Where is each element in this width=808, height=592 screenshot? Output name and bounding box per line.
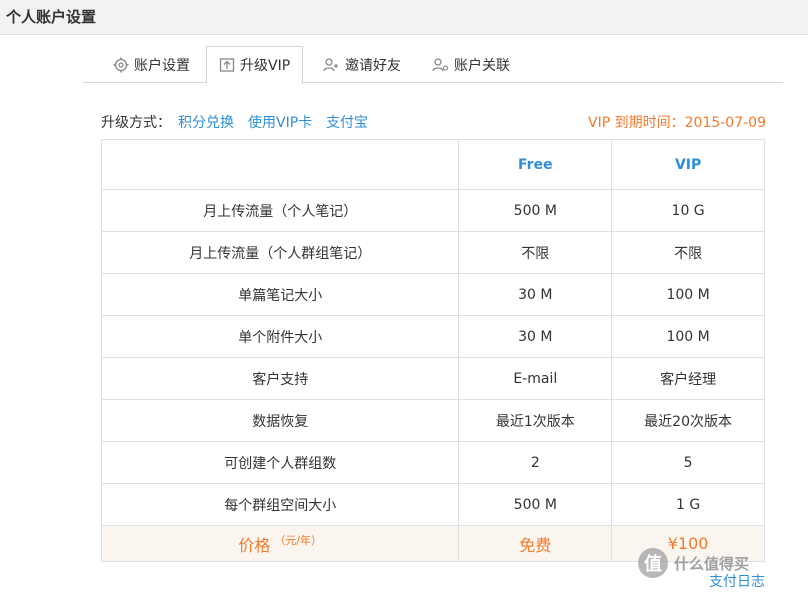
- feature-cell: 每个群组空间大小: [100, 483, 460, 526]
- tab-upgrade-vip[interactable]: 升级VIP: [206, 46, 304, 84]
- price-label: 价格: [238, 535, 271, 555]
- tab-label: 账户关联: [454, 57, 510, 74]
- feature-cell: 客户支持: [100, 357, 460, 400]
- feature-cell: 单篇笔记大小: [100, 273, 460, 316]
- free-cell: 不限: [458, 231, 613, 274]
- feature-cell: 数据恢复: [100, 399, 460, 442]
- feature-cell: 单个附件大小: [100, 315, 460, 358]
- upgrade-method-label: 升级方式：: [101, 115, 171, 131]
- header-vip: VIP: [611, 139, 765, 190]
- table-row: 月上传流量（个人群组笔记） 不限 不限: [100, 231, 765, 274]
- payment-log-link[interactable]: 支付日志: [709, 571, 765, 591]
- vip-cell: 10 G: [611, 189, 765, 232]
- vip-cell: 5: [611, 441, 765, 484]
- table-row: 每个群组空间大小 500 M 1 G: [100, 483, 765, 526]
- table-row: 可创建个人群组数 2 5: [100, 441, 765, 484]
- table-row: 单篇笔记大小 30 M 100 M: [100, 273, 765, 316]
- price-label-cell: 价格 （元/年）: [100, 525, 460, 562]
- tab-label: 升级VIP: [240, 58, 291, 74]
- watermark-logo-icon: 值: [638, 548, 668, 578]
- vip-cell: 最近20次版本: [611, 399, 765, 442]
- vip-cell: 不限: [611, 231, 765, 274]
- page-header: 个人账户设置: [0, 0, 808, 35]
- free-cell: 2: [458, 441, 613, 484]
- table-row: 月上传流量（个人笔记） 500 M 10 G: [100, 189, 765, 232]
- table-header-row: Free VIP: [100, 139, 765, 190]
- points-exchange-link[interactable]: 积分兑换: [178, 112, 234, 132]
- header-feature: [100, 139, 460, 190]
- vip-cell: 100 M: [611, 273, 765, 316]
- vip-cell: 1 G: [611, 483, 765, 526]
- vip-cell: 客户经理: [611, 357, 765, 400]
- feature-cell: 可创建个人群组数: [100, 441, 460, 484]
- table-row: 单个附件大小 30 M 100 M: [100, 315, 765, 358]
- plan-comparison-table: Free VIP 月上传流量（个人笔记） 500 M 10 G 月上传流量（个人…: [100, 139, 765, 562]
- feature-cell: 月上传流量（个人笔记）: [100, 189, 460, 232]
- alipay-link[interactable]: 支付宝: [326, 112, 368, 132]
- header-free: Free: [458, 139, 613, 190]
- tab-bar: 账户设置 升级VIP 邀请好友 账户关联: [83, 46, 783, 84]
- free-cell: 30 M: [458, 273, 613, 316]
- free-cell: 最近1次版本: [458, 399, 613, 442]
- free-cell: 500 M: [458, 483, 613, 526]
- tab-label: 邀请好友: [345, 57, 401, 74]
- tab-invite-friends[interactable]: 邀请好友: [311, 46, 413, 83]
- table-row: 数据恢复 最近1次版本 最近20次版本: [100, 399, 765, 442]
- tab-label: 账户设置: [134, 57, 190, 74]
- free-cell: 30 M: [458, 315, 613, 358]
- free-price-cell: 免费: [458, 525, 613, 562]
- linked-user-icon: [432, 57, 449, 73]
- upload-icon: [219, 57, 235, 73]
- table-row: 客户支持 E-mail 客户经理: [100, 357, 765, 400]
- gear-icon: [113, 57, 129, 73]
- free-cell: 500 M: [458, 189, 613, 232]
- page-title: 个人账户设置: [6, 8, 97, 26]
- add-user-icon: [323, 57, 340, 73]
- free-cell: E-mail: [458, 357, 613, 400]
- vip-card-link[interactable]: 使用VIP卡: [248, 112, 312, 132]
- feature-cell: 月上传流量（个人群组笔记）: [100, 231, 460, 274]
- price-unit: （元/年）: [274, 534, 323, 548]
- vip-cell: 100 M: [611, 315, 765, 358]
- tab-account-link[interactable]: 账户关联: [420, 46, 522, 83]
- upgrade-bar: 升级方式： 积分兑换 使用VIP卡 支付宝 VIP 到期时间：2015-07-0…: [101, 112, 766, 134]
- tab-account-settings[interactable]: 账户设置: [101, 46, 202, 83]
- vip-expiry-date: VIP 到期时间：2015-07-09: [588, 115, 766, 131]
